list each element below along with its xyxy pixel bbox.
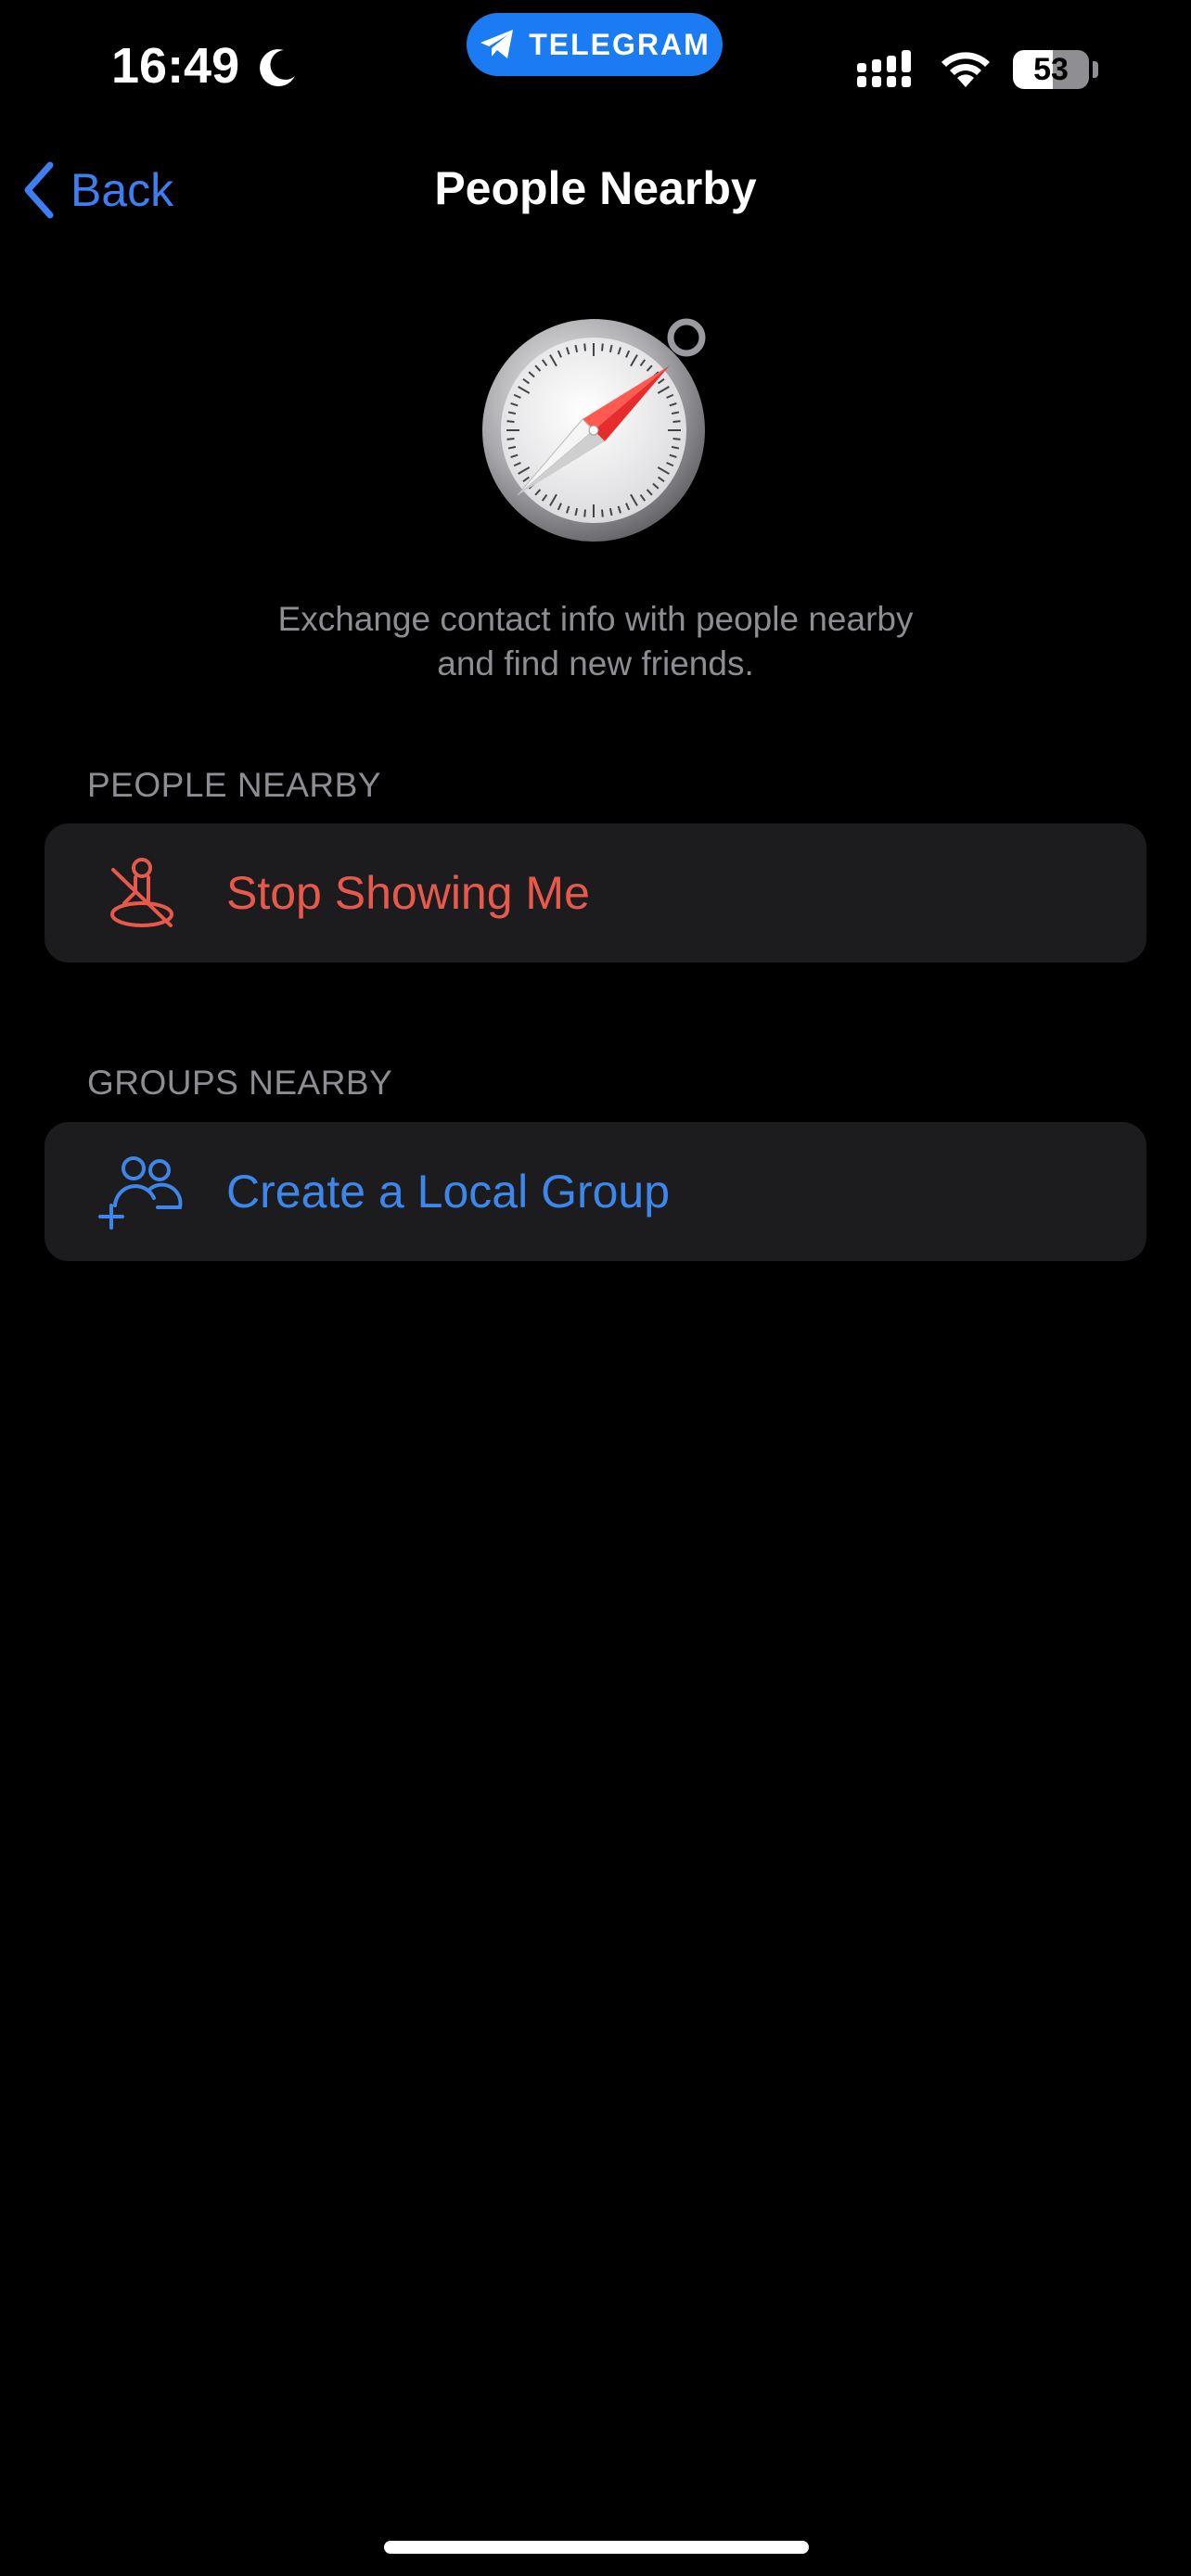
compass-tick xyxy=(600,343,604,351)
compass-tick xyxy=(600,509,604,517)
section-header-groups-nearby: GROUPS NEARBY xyxy=(87,1064,393,1102)
description-line-2: and find new friends. xyxy=(437,644,754,682)
stop-showing-me-label: Stop Showing Me xyxy=(226,867,590,919)
telegram-pill-label: TELEGRAM xyxy=(529,27,711,61)
wifi-icon xyxy=(941,52,990,87)
moon-icon xyxy=(260,49,295,87)
people-nearby-screen: 16:49 TELEGRAM 53 Back People Nearby Exc… xyxy=(0,0,1191,2576)
create-local-group-label: Create a Local Group xyxy=(226,1166,671,1218)
description-text: Exchange contact info with people nearby… xyxy=(148,597,1043,686)
compass-tick xyxy=(672,437,681,440)
battery-indicator: 53 xyxy=(1013,50,1089,89)
compass-tick xyxy=(583,509,587,517)
compass-tick xyxy=(506,437,515,440)
telegram-pill[interactable]: TELEGRAM xyxy=(467,13,723,76)
compass-tick xyxy=(506,420,515,424)
compass-tick xyxy=(583,343,587,351)
home-indicator[interactable] xyxy=(384,2541,809,2554)
compass-tick xyxy=(672,420,681,424)
description-line-1: Exchange contact info with people nearby xyxy=(277,600,914,638)
battery-percent: 53 xyxy=(1033,51,1069,87)
compass-icon xyxy=(482,318,706,542)
stop-showing-me-button[interactable]: Stop Showing Me xyxy=(45,823,1146,963)
add-group-icon xyxy=(98,1156,183,1230)
page-title: People Nearby xyxy=(434,162,757,214)
battery-cap xyxy=(1093,61,1098,78)
cellular-signal-icon xyxy=(857,50,911,87)
create-local-group-button[interactable]: Create a Local Group xyxy=(45,1122,1146,1261)
section-header-people-nearby: PEOPLE NEARBY xyxy=(87,766,382,804)
telegram-plane-icon xyxy=(480,30,514,58)
location-off-icon xyxy=(110,858,173,927)
status-time: 16:49 xyxy=(111,38,240,94)
